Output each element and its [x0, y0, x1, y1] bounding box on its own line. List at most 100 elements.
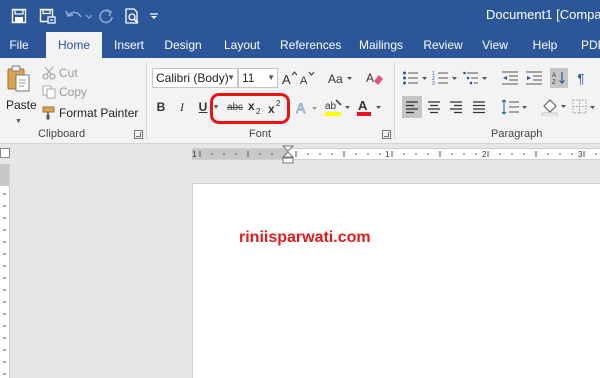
print-preview-icon [125, 7, 139, 24]
undo-button[interactable] [63, 5, 93, 27]
shrink-font-icon: A [300, 71, 315, 86]
font-size-combo[interactable]: 11 ▼ [238, 68, 278, 88]
customize-qat-button[interactable] [148, 5, 160, 27]
shrink-font-button[interactable]: A [300, 68, 316, 88]
svg-text:A: A [282, 72, 291, 86]
svg-text:A: A [366, 71, 374, 85]
clear-formatting-icon: A [366, 71, 383, 85]
document-body-text[interactable]: riniisparwati.com [239, 229, 371, 247]
vertical-ruler[interactable] [0, 164, 10, 378]
cut-button[interactable]: Cut [42, 64, 78, 82]
align-left-icon [406, 101, 418, 114]
borders-icon [572, 99, 595, 114]
document-title: Document1 [Compatib [486, 7, 600, 22]
font-name-combo[interactable]: Calibri (Body) ▼ [152, 68, 238, 88]
font-dialog-launcher-icon[interactable] [382, 130, 391, 139]
ribbon-tabs: File Home Insert Design Layout Reference… [0, 32, 600, 58]
highlight-button[interactable]: ab [324, 96, 352, 118]
group-divider [394, 62, 395, 140]
tab-file[interactable]: File [4, 32, 34, 58]
ribbon: Paste ▼ Cut Copy Format Painter Clipboar… [0, 58, 600, 144]
multilevel-list-button[interactable] [462, 68, 490, 88]
numbering-button[interactable]: 123 [432, 68, 460, 88]
tab-help[interactable]: Help [531, 32, 559, 58]
change-case-icon: Aa [328, 72, 352, 86]
shading-button[interactable] [540, 96, 570, 118]
paragraph-group-label: Paragraph [491, 128, 543, 140]
underline-button[interactable]: U [196, 96, 210, 118]
document-page[interactable]: riniisparwati.com [192, 183, 600, 378]
tab-selector[interactable] [0, 148, 10, 158]
increase-indent-button[interactable] [524, 68, 544, 88]
print-preview-button[interactable] [122, 5, 142, 27]
clear-formatting-button[interactable]: A [366, 68, 384, 88]
group-divider [146, 62, 147, 140]
bullets-button[interactable] [402, 68, 430, 88]
text-effects-button[interactable]: A [296, 96, 320, 118]
font-size-dropdown-icon[interactable]: ▼ [267, 69, 275, 87]
line-spacing-button[interactable] [500, 96, 530, 118]
shading-icon [541, 99, 566, 116]
paste-button[interactable] [6, 64, 32, 94]
tab-home[interactable]: Home [46, 32, 102, 58]
paste-icon [7, 65, 30, 92]
clipboard-group-label: Clipboard [38, 128, 86, 140]
undo-icon [65, 10, 92, 19]
tab-insert[interactable]: Insert [110, 32, 148, 58]
sort-button[interactable]: AZ [550, 68, 568, 88]
tab-mailings[interactable]: Mailings [356, 32, 406, 58]
indent-marker-icon[interactable] [282, 145, 294, 165]
borders-button[interactable] [572, 96, 598, 118]
tab-layout[interactable]: Layout [220, 32, 264, 58]
bold-button[interactable]: B [154, 96, 168, 118]
svg-text:Aa: Aa [328, 72, 343, 86]
tab-design[interactable]: Design [161, 32, 205, 58]
justify-button[interactable] [468, 96, 490, 118]
font-name-dropdown-icon[interactable]: ▼ [227, 69, 235, 87]
justify-icon [473, 101, 485, 114]
align-right-button[interactable] [446, 96, 466, 118]
decrease-indent-icon [502, 71, 518, 85]
tab-references[interactable]: References [280, 32, 341, 58]
font-size-value: 11 [242, 71, 255, 85]
format-painter-button[interactable]: Format Painter [42, 104, 138, 122]
font-color-button[interactable]: A [356, 96, 384, 118]
title-bar: Document1 [Compatib [0, 0, 600, 32]
paste-dropdown-icon[interactable]: ▼ [15, 112, 25, 130]
grow-font-button[interactable]: A [282, 68, 298, 88]
bullets-icon [403, 71, 427, 85]
format-painter-label: Format Painter [59, 106, 139, 120]
horizontal-ruler[interactable]: 1 1 2 3 [192, 145, 600, 164]
ruler-mark: 1 [192, 150, 197, 159]
change-case-button[interactable]: Aa [328, 68, 354, 88]
quick-save-icon [39, 8, 56, 24]
clipboard-dialog-launcher-icon[interactable] [134, 130, 143, 139]
save-button[interactable] [8, 5, 30, 27]
format-painter-icon [42, 106, 55, 120]
align-left-button[interactable] [402, 96, 422, 118]
save-icon [11, 8, 27, 24]
tab-pdf[interactable]: PDF [578, 32, 600, 58]
show-formatting-button[interactable]: ¶ [572, 68, 590, 88]
center-button[interactable] [424, 96, 444, 118]
tab-review[interactable]: Review [422, 32, 464, 58]
numbering-icon: 123 [432, 71, 457, 86]
italic-button[interactable]: I [175, 96, 189, 118]
font-color-icon: A [357, 98, 381, 116]
svg-text:A: A [296, 100, 306, 115]
redo-button[interactable] [97, 5, 115, 27]
redo-icon [99, 9, 113, 24]
svg-text:Z: Z [552, 80, 556, 85]
ruler-ticks: 1 1 2 3 [192, 150, 597, 159]
decrease-indent-button[interactable] [500, 68, 520, 88]
copy-button[interactable]: Copy [42, 83, 87, 101]
svg-text:A: A [552, 73, 556, 79]
highlight-icon: ab [325, 99, 350, 116]
center-icon [428, 101, 440, 114]
svg-text:ab: ab [325, 101, 337, 112]
tab-view[interactable]: View [481, 32, 509, 58]
quick-save-button[interactable] [36, 5, 58, 27]
ruler-mark: 1 [385, 150, 390, 159]
increase-indent-icon [526, 71, 542, 85]
align-right-icon [450, 101, 462, 114]
